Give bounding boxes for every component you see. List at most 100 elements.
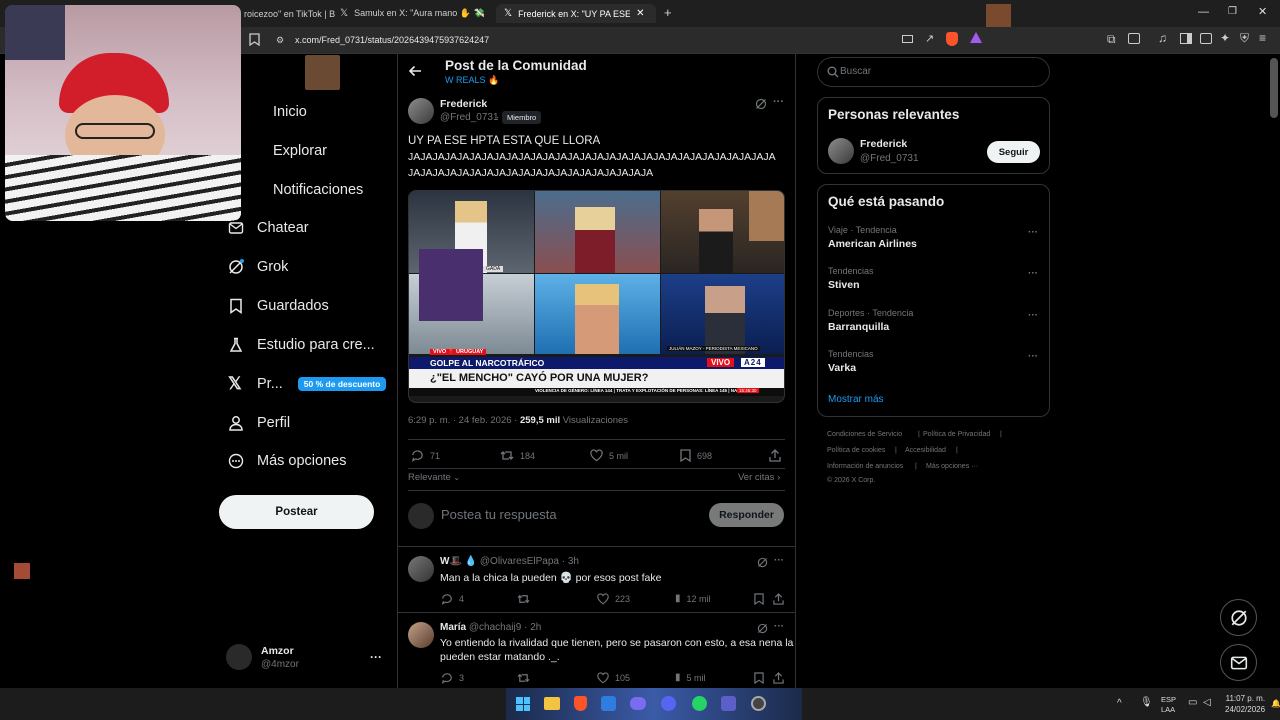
microphone-icon[interactable]: 🎙 — [1140, 697, 1153, 708]
post-time[interactable]: 6:29 p. m. · 24 feb. 2026 · — [408, 415, 517, 426]
reply-more-icon[interactable]: ··· — [774, 555, 784, 566]
trend-more-icon[interactable]: ··· — [1028, 268, 1038, 279]
teams-icon[interactable] — [721, 696, 736, 711]
views-action[interactable]: ▮ 12 mil — [675, 593, 711, 604]
reply-author[interactable]: W🎩 💧 — [440, 556, 477, 567]
author-name[interactable]: Frederick — [440, 98, 487, 110]
grok-fab-button[interactable] — [1220, 599, 1257, 636]
reply-avatar[interactable] — [408, 556, 434, 582]
nav-creator-studio[interactable]: Estudio para cre... — [228, 331, 375, 359]
reply-action[interactable]: 4 — [441, 593, 464, 605]
person-avatar[interactable] — [828, 138, 854, 164]
browser-tab[interactable]: 𝕏 Samulx en X: "Aura mano ✋ 💸 http — [332, 4, 494, 23]
nav-grok[interactable]: Grok — [228, 253, 288, 281]
views-action[interactable]: ▮ 5 mil — [675, 672, 706, 683]
nav-premium[interactable]: 𝕏 Pr... 50 % de descuento — [228, 370, 387, 398]
store-icon[interactable] — [601, 696, 616, 711]
bookmark-page-icon[interactable] — [249, 33, 260, 46]
extensions-icon[interactable]: ⧉ — [1107, 32, 1116, 47]
volume-icon[interactable]: ◁ — [1203, 697, 1211, 708]
cast-icon[interactable] — [902, 35, 913, 43]
browser-tab[interactable]: roicezoo" en TikTok | B — [236, 4, 335, 23]
share-icon[interactable] — [773, 672, 784, 684]
notification-bell-icon[interactable]: 🔔 — [1271, 699, 1280, 708]
view-quotes-link[interactable]: Ver citas › — [738, 472, 780, 483]
url-text[interactable]: x.com/Fred_0731/status/20264394759376242… — [295, 35, 489, 45]
start-icon[interactable] — [516, 697, 530, 711]
footer-link[interactable]: Condiciones de Servicio — [827, 431, 902, 438]
reply-input[interactable]: Postea tu respuesta — [441, 507, 557, 522]
reply-action[interactable]: 3 — [441, 672, 464, 684]
like-action[interactable]: 5 mil — [590, 449, 628, 462]
x-home-avatar-image[interactable] — [305, 55, 340, 90]
nav-explore[interactable]: Explorar — [228, 137, 327, 165]
post-button[interactable]: Postear — [219, 495, 374, 529]
footer-link[interactable]: Accesibilidad — [905, 447, 946, 454]
grok-explain-icon[interactable] — [757, 557, 768, 568]
show-more-link[interactable]: Mostrar más — [828, 394, 884, 405]
trend-more-icon[interactable]: ··· — [1028, 227, 1038, 238]
search-input[interactable]: Buscar — [840, 66, 871, 77]
back-arrow-icon[interactable] — [408, 64, 422, 78]
bookmark-icon[interactable] — [754, 593, 764, 605]
nav-more[interactable]: Más opciones — [228, 447, 346, 475]
person-name[interactable]: Frederick — [860, 138, 907, 150]
account-avatar[interactable] — [226, 644, 252, 670]
leo-ai-icon[interactable]: ✦ — [1220, 31, 1230, 45]
share-icon[interactable]: ↗ — [925, 32, 934, 45]
trend-item[interactable]: Tendencias Varka ··· — [828, 349, 1041, 379]
grok-explain-icon[interactable] — [757, 623, 768, 634]
messages-fab-button[interactable] — [1220, 644, 1257, 681]
brave-shield-icon[interactable] — [946, 32, 958, 46]
nav-notifications[interactable]: Notificaciones — [228, 176, 363, 204]
file-explorer-icon[interactable] — [544, 697, 560, 710]
music-icon[interactable]: ♫ — [1158, 31, 1167, 45]
language-indicator[interactable]: ESP LAA — [1161, 695, 1176, 715]
trend-item[interactable]: Tendencias Stiven ··· — [828, 266, 1041, 296]
author-handle[interactable]: @Fred_0731 — [440, 112, 499, 123]
close-tab-icon[interactable]: ✕ — [636, 8, 644, 19]
post-more-icon[interactable]: ··· — [773, 96, 784, 108]
grok-explain-icon[interactable] — [755, 98, 767, 110]
minimize-icon[interactable]: — — [1198, 6, 1209, 18]
new-tab-icon[interactable]: + — [664, 5, 672, 20]
trend-item[interactable]: Deportes · Tendencia Barranquilla ··· — [828, 308, 1041, 338]
discord-icon[interactable] — [661, 696, 676, 711]
trend-more-icon[interactable]: ··· — [1028, 351, 1038, 362]
reply-more-icon[interactable]: ··· — [774, 621, 784, 632]
nav-profile[interactable]: Perfil — [228, 409, 290, 437]
trend-item[interactable]: Viaje · Tendencia American Airlines ··· — [828, 225, 1041, 255]
footer-link[interactable]: Más opciones ··· — [926, 463, 978, 470]
repost-action[interactable]: 184 — [500, 449, 535, 462]
whatsapp-icon[interactable] — [692, 696, 707, 711]
reply-handle[interactable]: @OlivaresElPapa · 3h — [480, 556, 579, 567]
clock[interactable]: 11:07 p. m. 24/02/2026 — [1225, 693, 1265, 715]
network-icon[interactable]: ▭ — [1188, 697, 1197, 708]
maximize-icon[interactable]: ❐ — [1228, 6, 1237, 17]
author-avatar[interactable] — [408, 98, 434, 124]
share-icon[interactable] — [769, 449, 781, 462]
chevron-up-icon[interactable]: ^ — [1117, 698, 1122, 709]
reply-button[interactable]: Responder — [709, 503, 784, 527]
reply-action[interactable]: 71 — [411, 449, 440, 462]
nav-bookmarks[interactable]: Guardados — [228, 292, 329, 320]
rewards-icon[interactable] — [970, 32, 982, 43]
browser-tab-active[interactable]: 𝕏 Frederick en X: "UY PA ESE H ✕ — [496, 4, 656, 23]
menu-icon[interactable]: ≡ — [1259, 31, 1266, 45]
community-link[interactable]: W REALS 🔥 — [445, 75, 499, 86]
reply-handle[interactable]: @chachaij9 · 2h — [469, 622, 541, 633]
bookmark-action[interactable]: 698 — [680, 449, 712, 462]
screenshot-icon[interactable] — [1128, 33, 1140, 44]
person-handle[interactable]: @Fred_0731 — [860, 153, 919, 164]
footer-link[interactable]: Política de cookies — [827, 447, 885, 454]
post-media-image[interactable]: GADA JULIÁN MAZOY - PERIODISTA MEXICANO … — [408, 190, 785, 403]
sort-dropdown[interactable]: Relevante ⌄ — [408, 472, 460, 483]
share-icon[interactable] — [773, 593, 784, 605]
reply-avatar[interactable] — [408, 622, 434, 648]
repost-action[interactable] — [517, 593, 536, 605]
reply-author[interactable]: María — [440, 622, 466, 633]
wallet-icon[interactable] — [1200, 33, 1212, 44]
game-icon[interactable] — [630, 697, 646, 710]
footer-link[interactable]: Información de anuncios — [827, 463, 903, 470]
repost-action[interactable] — [517, 672, 536, 684]
